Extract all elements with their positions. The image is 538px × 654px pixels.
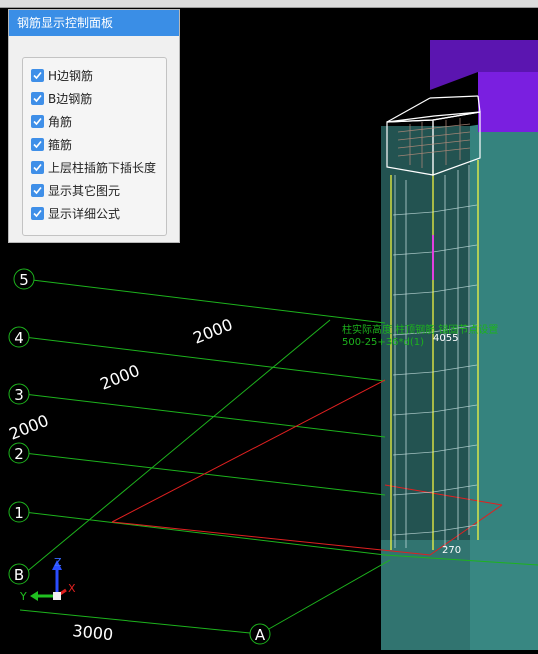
option-label: 显示其它图元	[48, 184, 121, 198]
triad-x-label: X	[68, 582, 76, 595]
panel-title[interactable]: 钢筋显示控制面板	[9, 10, 179, 36]
options-group: H边钢筋 B边钢筋 角筋 箍筋 上层柱插筋下插长度 显示其它图元 显示详细公式	[22, 57, 167, 236]
axis-label-1: 1	[14, 504, 24, 522]
axis-label-4: 4	[14, 329, 24, 347]
checkbox-corner-rebar[interactable]	[31, 115, 44, 128]
axis-label-A: A	[255, 626, 266, 644]
option-label: 上层柱插筋下插长度	[48, 161, 157, 175]
checkbox-show-other-elements[interactable]	[31, 184, 44, 197]
triad-y-label: Y	[19, 590, 27, 603]
axis-label-2: 2	[14, 445, 24, 463]
dim-2000-middle: 2000	[97, 361, 142, 394]
annotation-line2: 500-25+36*d(1)	[342, 337, 424, 348]
checkbox-show-detailed-formula[interactable]	[31, 207, 44, 220]
option-stirrup[interactable]: 箍筋	[23, 133, 166, 156]
option-h-side-rebar[interactable]: H边钢筋	[23, 64, 166, 87]
annotation-line1: 柱实际高度 柱顶钢筋 锚固节点设置	[342, 323, 498, 336]
axis-label-3: 3	[14, 386, 24, 404]
option-label: 箍筋	[48, 138, 73, 152]
option-label: B边钢筋	[48, 92, 93, 106]
option-b-side-rebar[interactable]: B边钢筋	[23, 87, 166, 110]
beam-top	[478, 62, 538, 132]
option-show-detailed-formula[interactable]: 显示详细公式	[23, 202, 166, 225]
option-corner-rebar[interactable]: 角筋	[23, 110, 166, 133]
option-show-other-elements[interactable]: 显示其它图元	[23, 179, 166, 202]
rebar-display-control-panel[interactable]: 钢筋显示控制面板 H边钢筋 B边钢筋 角筋 箍筋 上层柱插筋下插长度 显示其它图…	[8, 9, 180, 243]
option-label: H边钢筋	[48, 69, 94, 83]
axis-label-B: B	[14, 566, 24, 584]
top-toolbar-edge	[0, 0, 538, 8]
checkbox-upper-column-dowel-length[interactable]	[31, 161, 44, 174]
annotation-value: 4055	[433, 333, 458, 344]
triad-z-label: Z	[54, 556, 62, 569]
axis-label-5: 5	[19, 271, 29, 289]
checkbox-h-side-rebar[interactable]	[31, 69, 44, 82]
checkbox-b-side-rebar[interactable]	[31, 92, 44, 105]
dim-270: 270	[442, 545, 461, 556]
dim-2000-top: 2000	[190, 315, 235, 348]
option-label: 角筋	[48, 115, 73, 129]
dim-3000: 3000	[72, 621, 114, 644]
dim-2000-left: 2000	[6, 411, 51, 444]
option-upper-column-dowel-length[interactable]: 上层柱插筋下插长度	[23, 156, 166, 179]
option-label: 显示详细公式	[48, 207, 121, 221]
checkbox-stirrup[interactable]	[31, 138, 44, 151]
